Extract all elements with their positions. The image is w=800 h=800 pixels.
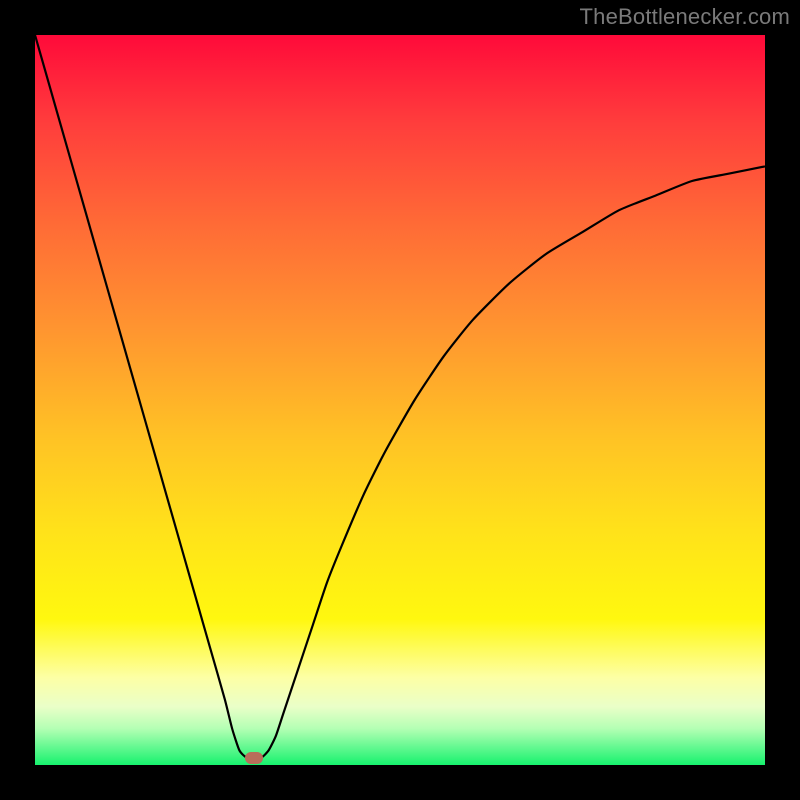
plot-area	[35, 35, 765, 765]
watermark-text: TheBottlenecker.com	[580, 4, 790, 30]
minimum-marker	[245, 752, 263, 764]
bottleneck-curve	[35, 35, 765, 765]
chart-frame: TheBottlenecker.com	[0, 0, 800, 800]
